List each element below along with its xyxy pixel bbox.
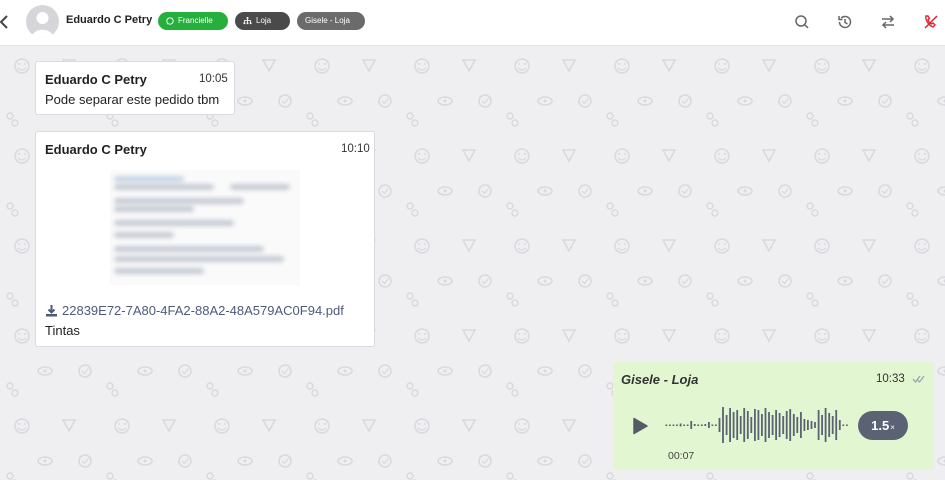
waveform-bar bbox=[757, 410, 760, 440]
waveform-bar bbox=[708, 422, 710, 428]
waveform-bar bbox=[722, 407, 724, 443]
play-icon[interactable] bbox=[631, 417, 649, 435]
tag-label: Loja bbox=[256, 16, 272, 25]
whatsapp-icon bbox=[166, 17, 174, 25]
avatar[interactable] bbox=[26, 5, 59, 38]
transfer-icon[interactable] bbox=[879, 13, 897, 31]
waveform-bar bbox=[746, 411, 749, 439]
waveform-bar bbox=[828, 413, 831, 437]
waveform-bar bbox=[732, 412, 735, 438]
waveform-bar bbox=[679, 423, 682, 427]
message-sender: Eduardo C Petry bbox=[45, 72, 147, 87]
message-time: 10:10 bbox=[341, 143, 370, 155]
file-download-link[interactable]: 22839E72-7A80-4FA2-88A2-48A579AC0F94.pdf bbox=[45, 303, 344, 318]
waveform-bar bbox=[729, 408, 731, 442]
waveform-bar bbox=[676, 424, 678, 426]
waveform-bar bbox=[810, 421, 813, 429]
waveform-bar bbox=[750, 417, 753, 433]
sitemap-icon bbox=[243, 17, 252, 25]
waveform-bar bbox=[842, 424, 845, 426]
waveform-bar bbox=[768, 412, 770, 438]
waveform-bar bbox=[711, 424, 714, 426]
waveform-bar bbox=[725, 415, 728, 435]
waveform-bar bbox=[743, 408, 746, 442]
file-name: 22839E72-7A80-4FA2-88A2-48A579AC0F94.pdf bbox=[62, 303, 344, 318]
download-icon bbox=[46, 305, 57, 317]
waveform-bar bbox=[683, 424, 685, 426]
waveform-bar bbox=[824, 408, 827, 442]
audio-message-bubble[interactable]: Gisele - Loja 10:33 00:07 1.5 × bbox=[613, 362, 934, 470]
waveform-bar bbox=[690, 421, 693, 429]
waveform-bar bbox=[775, 410, 777, 440]
document-preview[interactable] bbox=[110, 170, 300, 285]
waveform-bar bbox=[764, 408, 767, 442]
message-time: 10:05 bbox=[199, 73, 228, 85]
waveform-bar bbox=[704, 424, 707, 426]
message-time: 10:33 bbox=[876, 373, 905, 385]
waveform-bar bbox=[814, 422, 816, 428]
waveform-bar bbox=[672, 424, 675, 426]
waveform-bar bbox=[831, 416, 834, 434]
message-bubble[interactable]: Eduardo C Petry 10:05 Pode separar este … bbox=[35, 61, 235, 115]
waveform-bar bbox=[686, 424, 689, 426]
waveform-bar bbox=[835, 410, 838, 440]
message-text: Pode separar este pedido tbm bbox=[45, 92, 220, 107]
waveform-bar bbox=[739, 416, 742, 434]
waveform-bar bbox=[807, 420, 809, 430]
audio-duration: 00:07 bbox=[668, 450, 695, 462]
message-sender: Gisele - Loja bbox=[621, 372, 699, 387]
audio-waveform[interactable] bbox=[665, 402, 849, 448]
waveform-bar bbox=[782, 416, 785, 434]
waveform-bar bbox=[715, 424, 717, 426]
contact-name[interactable]: Eduardo C Petry bbox=[66, 14, 152, 26]
search-icon[interactable] bbox=[793, 13, 811, 31]
waveform-bar bbox=[846, 424, 848, 426]
waveform-bar bbox=[789, 409, 792, 441]
tag-label: Gisele - Loja bbox=[305, 16, 350, 25]
playback-speed-value: 1.5 bbox=[871, 418, 890, 433]
playback-speed-suffix: × bbox=[890, 422, 895, 432]
message-sender: Eduardo C Petry bbox=[45, 142, 147, 157]
waveform-bar bbox=[665, 424, 668, 426]
waveform-bar bbox=[796, 417, 799, 433]
waveform-bar bbox=[803, 419, 806, 431]
waveform-bar bbox=[838, 420, 841, 430]
chat-header: Eduardo C Petry Francielle Loja Gisele -… bbox=[0, 0, 945, 46]
message-bubble[interactable]: Eduardo C Petry 10:10 22839E72-7A80-4FA2… bbox=[35, 131, 375, 347]
waveform-bar bbox=[771, 415, 774, 435]
waveform-bar bbox=[736, 410, 739, 440]
playback-speed-button[interactable]: 1.5 × bbox=[858, 411, 908, 440]
end-call-icon[interactable] bbox=[922, 13, 940, 31]
waveform-bar bbox=[669, 424, 671, 426]
tag-francielle[interactable]: Francielle bbox=[158, 12, 228, 30]
waveform-bar bbox=[761, 414, 763, 436]
waveform-bar bbox=[778, 413, 781, 437]
waveform-bar bbox=[785, 411, 788, 439]
waveform-bar bbox=[792, 414, 795, 436]
waveform-bar bbox=[800, 412, 802, 438]
tag-label: Francielle bbox=[178, 16, 213, 25]
back-arrow-icon[interactable] bbox=[0, 13, 11, 31]
waveform-bar bbox=[693, 424, 696, 426]
waveform-bar bbox=[700, 424, 703, 426]
history-icon[interactable] bbox=[836, 13, 854, 31]
tag-loja[interactable]: Loja bbox=[235, 12, 290, 30]
waveform-bar bbox=[817, 410, 820, 440]
message-caption: Tintas bbox=[45, 323, 80, 338]
waveform-bar bbox=[754, 409, 756, 441]
waveform-bar bbox=[697, 424, 700, 426]
tag-gisele-loja[interactable]: Gisele - Loja bbox=[297, 12, 365, 30]
waveform-bar bbox=[718, 418, 721, 432]
waveform-bar bbox=[821, 415, 823, 435]
double-check-icon bbox=[912, 375, 925, 383]
